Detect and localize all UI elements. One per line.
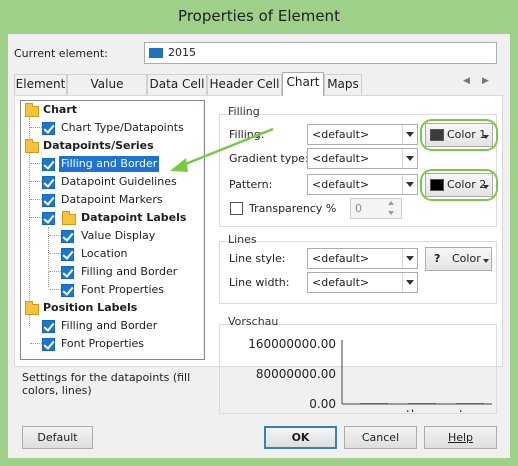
line-style-select[interactable]: <default>	[307, 248, 418, 269]
tree-item-label: Font Properties	[81, 283, 165, 296]
tree-item-label: Location	[81, 247, 128, 260]
pattern-label: Pattern:	[229, 178, 273, 191]
preview-chart: 160000000.00 80000000.00 0.00 one three two	[248, 337, 492, 412]
tree-item-label: Font Properties	[61, 337, 145, 350]
checkbox-checked-icon[interactable]	[42, 338, 55, 351]
checkbox-checked-icon[interactable]	[61, 266, 74, 279]
spinner-up-icon[interactable]	[388, 201, 394, 205]
chevron-down-icon	[406, 182, 414, 187]
checkbox-checked-icon[interactable]	[61, 284, 74, 297]
tree-description: Settings for the datapoints (fill colors…	[22, 371, 191, 397]
folder-icon	[25, 103, 39, 117]
tree-item-label: Filling and Border	[61, 319, 158, 332]
line-color-dropdown-icon	[483, 259, 489, 263]
annotation-arrow	[170, 127, 274, 172]
tab-chart[interactable]: Chart	[282, 72, 324, 96]
checkbox-checked-icon[interactable]	[42, 320, 55, 333]
x-tick-label: two	[459, 408, 481, 412]
annotation-highlight-color2	[420, 169, 498, 201]
tab-header-cell[interactable]: Header Cell	[207, 74, 282, 95]
annotation-highlight-color1	[420, 119, 498, 151]
line-width-label: Line width:	[229, 276, 290, 289]
y-tick-label: 160000000.00	[248, 337, 336, 351]
checkbox-checked-icon[interactable]	[42, 194, 55, 207]
dialog-window: Properties of Element Current element: 2…	[0, 0, 518, 466]
chevron-down-icon	[406, 132, 414, 137]
tab-maps[interactable]: Maps	[324, 74, 362, 95]
spinner-down-icon[interactable]	[388, 211, 394, 215]
current-element-field[interactable]: 2015	[144, 42, 497, 64]
tree-item-label: Filling and Border	[81, 265, 178, 278]
tree-item-label: Datapoint Labels	[81, 211, 187, 224]
default-button[interactable]: Default	[22, 426, 93, 449]
element-color-swatch	[149, 48, 163, 58]
tree-item-label: Value Display	[81, 229, 156, 242]
chevron-down-icon	[406, 156, 414, 161]
x-tick-label: one	[363, 408, 385, 412]
x-tick-label: three	[406, 408, 438, 412]
tab-data-cell[interactable]: Data Cell	[147, 74, 207, 95]
window-title: Properties of Element	[178, 7, 340, 25]
chevron-down-icon	[406, 280, 414, 285]
line-width-value: <default>	[312, 276, 370, 289]
line-style-value: <default>	[312, 252, 370, 265]
current-element-value: 2015	[168, 46, 196, 59]
transparency-checkbox[interactable]	[230, 202, 243, 215]
help-button[interactable]: Help	[424, 426, 497, 449]
current-element-label: Current element:	[14, 47, 108, 60]
bar-three	[408, 403, 436, 404]
tab-value-format[interactable]: Value Format	[67, 74, 147, 110]
checkbox-checked-icon[interactable]	[61, 248, 74, 261]
line-style-label: Line style:	[229, 252, 286, 265]
folder-icon	[62, 211, 76, 225]
tree-item-label: Datapoint Markers	[61, 193, 163, 206]
folder-icon	[25, 301, 39, 315]
checkbox-checked-icon[interactable]	[42, 176, 55, 189]
filling-group-title: Filling	[228, 105, 260, 118]
line-color-button[interactable]: ? Color	[425, 247, 492, 271]
tree-item-label: Position Labels	[43, 301, 138, 314]
lines-group-title: Lines	[228, 233, 257, 246]
checkbox-checked-icon[interactable]	[42, 122, 55, 135]
filling-select-value: <default>	[312, 128, 370, 141]
ok-button[interactable]: OK	[264, 426, 337, 449]
line-color-label: Color	[452, 252, 481, 265]
y-tick-label: 0.00	[309, 397, 336, 411]
preview-group-title: Vorschau	[228, 315, 279, 328]
dialog-client: Current element: 2015 Element Value Form…	[8, 34, 510, 458]
bar-one	[360, 403, 388, 404]
folder-icon	[25, 139, 39, 153]
bar-two	[456, 403, 484, 404]
pattern-select[interactable]: <default>	[307, 174, 418, 195]
tree-item-label: Filling and Border	[59, 156, 160, 172]
transparency-label: Transparency %	[249, 202, 337, 215]
transparency-spinner[interactable]: 0	[350, 198, 402, 219]
tab-scroll-right-icon[interactable]: ▶	[482, 76, 489, 86]
tree-item-label: Chart	[43, 103, 78, 116]
checkbox-checked-icon[interactable]	[42, 158, 55, 171]
checkbox-checked-icon[interactable]	[61, 230, 74, 243]
transparency-value: 0	[355, 202, 362, 215]
gradient-type-select[interactable]: <default>	[307, 148, 418, 169]
chevron-down-icon	[406, 256, 414, 261]
question-icon: ?	[434, 252, 441, 265]
tab-scroll-left-icon[interactable]: ◀	[463, 76, 470, 86]
gradient-type-value: <default>	[312, 152, 370, 165]
tab-element[interactable]: Element	[14, 74, 67, 95]
filling-select[interactable]: <default>	[307, 124, 418, 145]
cancel-button[interactable]: Cancel	[344, 426, 417, 449]
tree-item-label: Datapoints/Series	[43, 139, 154, 152]
checkbox-checked-icon[interactable]	[42, 212, 55, 225]
line-width-select[interactable]: <default>	[307, 272, 418, 293]
pattern-value: <default>	[312, 178, 370, 191]
y-tick-label: 80000000.00	[256, 367, 336, 381]
